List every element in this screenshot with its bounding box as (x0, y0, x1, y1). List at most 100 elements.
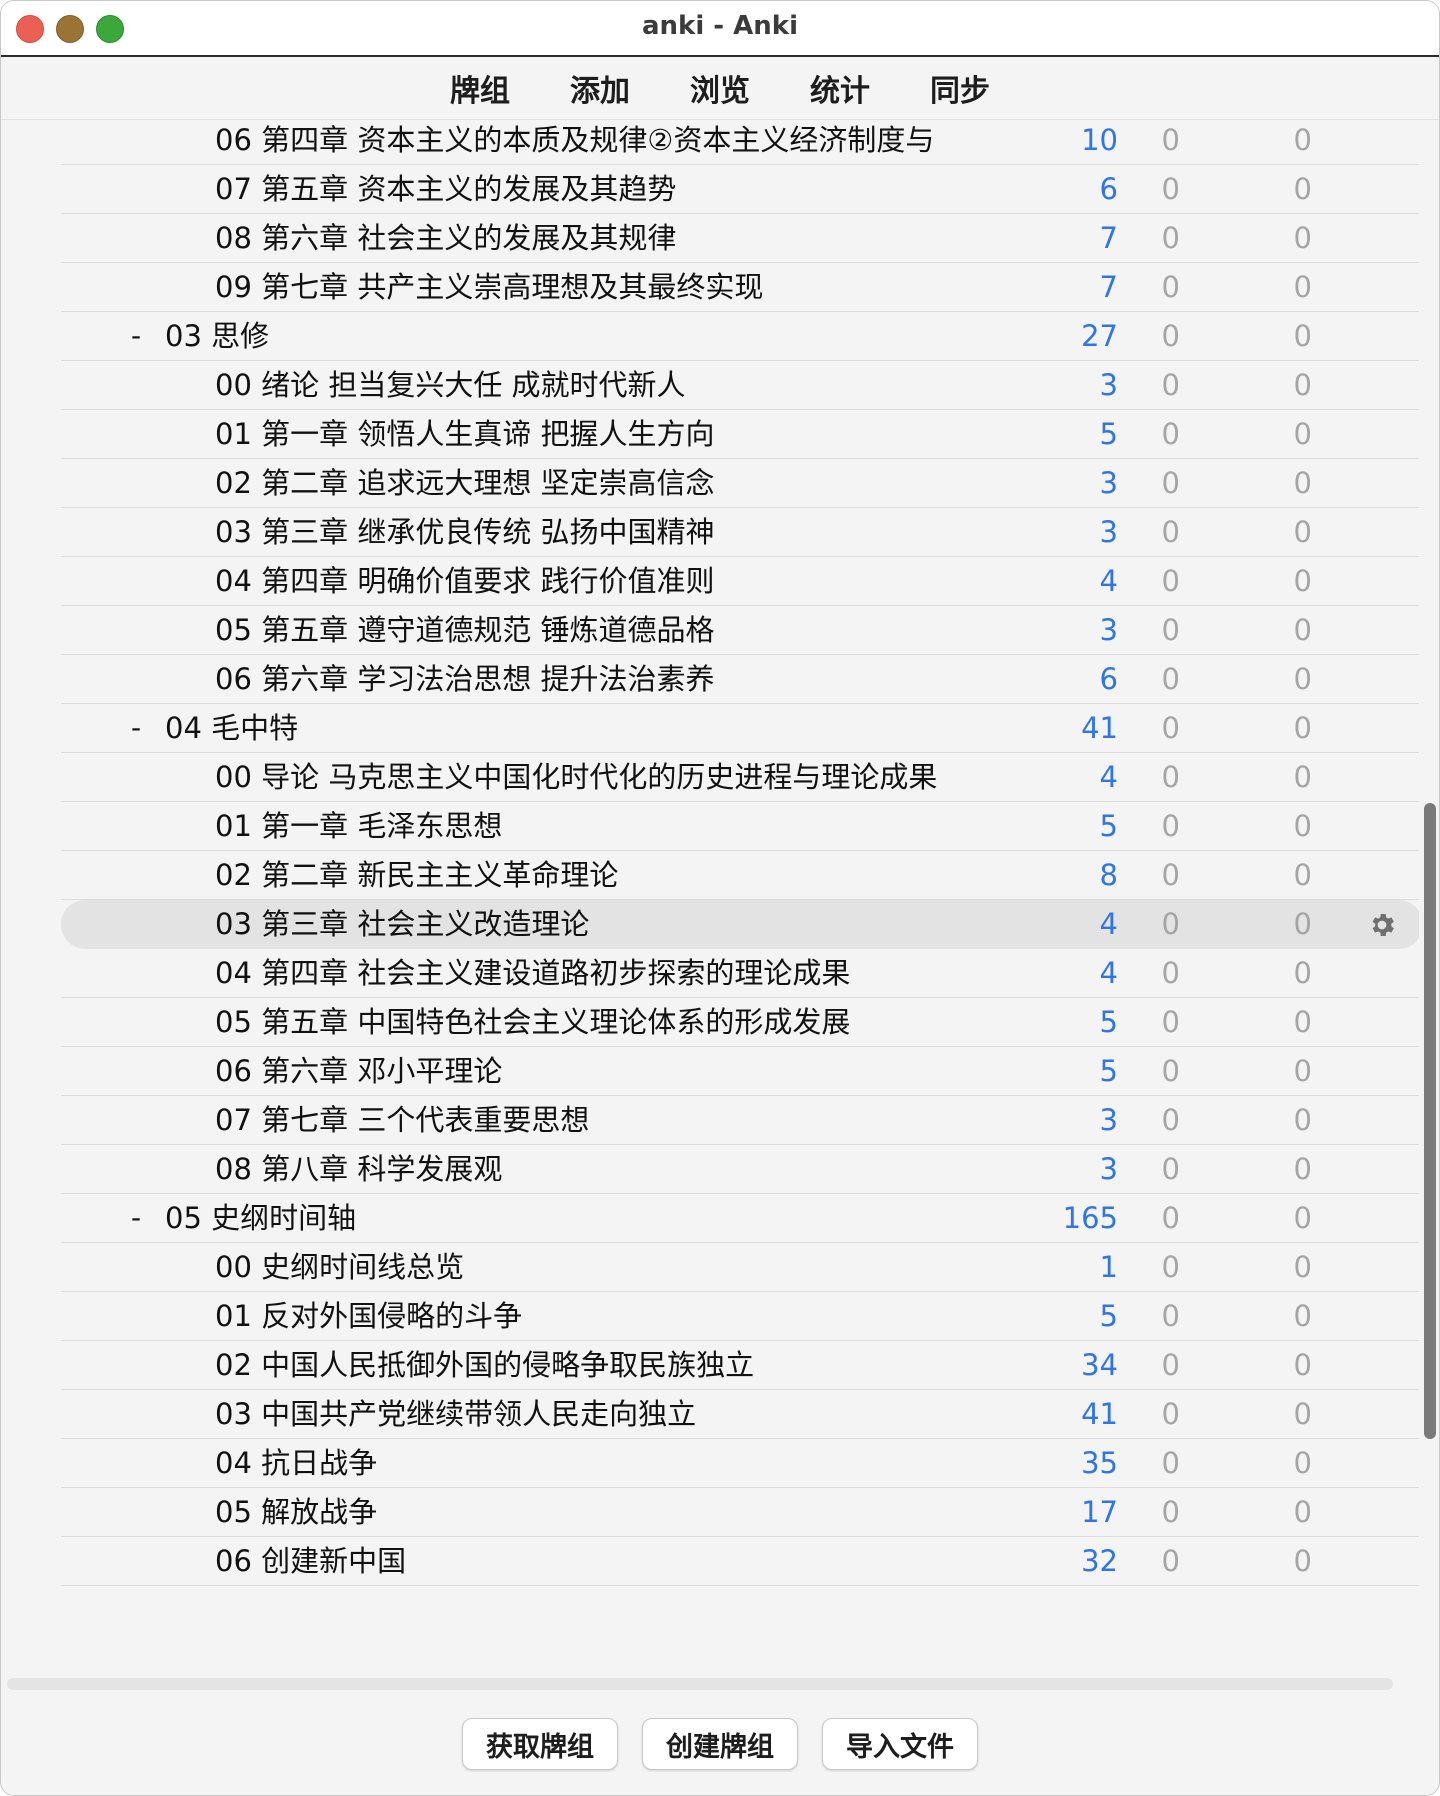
due-count: 7 (1099, 270, 1118, 304)
review-count: 0 (1293, 809, 1312, 843)
deck-name-link[interactable]: 01 反对外国侵略的斗争 (215, 1292, 522, 1340)
deck-row[interactable]: 01 反对外国侵略的斗争 5 0 0 (61, 1292, 1419, 1341)
import-file-button[interactable]: 导入文件 (822, 1718, 978, 1770)
due-count: 35 (1081, 1446, 1118, 1480)
deck-row[interactable]: 00 导论 马克思主义中国化时代化的历史进程与理论成果 4 0 0 (61, 753, 1419, 802)
learn-count: 0 (1161, 1446, 1180, 1480)
deck-name-link[interactable]: 03 第三章 继承优良传统 弘扬中国精神 (215, 508, 715, 556)
deck-row[interactable]: 03 第三章 社会主义改造理论 4 0 0 (61, 900, 1419, 949)
deck-name-link[interactable]: 05 史纲时间轴 (165, 1194, 356, 1242)
due-count: 4 (1099, 564, 1118, 598)
deck-row[interactable]: 06 第六章 学习法治思想 提升法治素养 6 0 0 (61, 655, 1419, 704)
collapse-toggle[interactable]: - (131, 1194, 141, 1242)
deck-name-link[interactable]: 05 解放战争 (215, 1488, 377, 1536)
deck-row[interactable]: 07 第五章 资本主义的发展及其趋势 6 0 0 (61, 165, 1419, 214)
deck-name-link[interactable]: 06 创建新中国 (215, 1537, 406, 1585)
learn-count: 0 (1161, 466, 1180, 500)
due-count: 4 (1099, 760, 1118, 794)
deck-name-link[interactable]: 04 第四章 社会主义建设道路初步探索的理论成果 (215, 949, 850, 997)
deck-row[interactable]: 00 绪论 担当复兴大任 成就时代新人 3 0 0 (61, 361, 1419, 410)
learn-count: 0 (1161, 1544, 1180, 1578)
horizontal-scrollbar[interactable] (7, 1678, 1393, 1690)
vertical-scrollbar[interactable] (1424, 803, 1436, 1439)
learn-count: 0 (1161, 956, 1180, 990)
deck-name-link[interactable]: 07 第五章 资本主义的发展及其趋势 (215, 165, 676, 213)
review-count: 0 (1293, 1348, 1312, 1382)
deck-row[interactable]: 05 第五章 遵守道德规范 锤炼道德品格 3 0 0 (61, 606, 1419, 655)
deck-row[interactable]: 09 第七章 共产主义崇高理想及其最终实现 7 0 0 (61, 263, 1419, 312)
deck-row[interactable]: 03 中国共产党继续带领人民走向独立 41 0 0 (61, 1390, 1419, 1439)
deck-name-link[interactable]: 06 第六章 邓小平理论 (215, 1047, 502, 1095)
deck-name-link[interactable]: 02 第二章 新民主主义革命理论 (215, 851, 618, 899)
create-deck-button[interactable]: 创建牌组 (642, 1718, 798, 1770)
deck-row[interactable]: 01 第一章 毛泽东思想 5 0 0 (61, 802, 1419, 851)
deck-row[interactable]: 08 第八章 科学发展观 3 0 0 (61, 1145, 1419, 1194)
deck-row[interactable]: -03 思修 27 0 0 (61, 312, 1419, 361)
review-count: 0 (1293, 1397, 1312, 1431)
deck-row[interactable]: 06 第六章 邓小平理论 5 0 0 (61, 1047, 1419, 1096)
deck-row[interactable]: 01 第一章 领悟人生真谛 把握人生方向 5 0 0 (61, 410, 1419, 459)
deck-name-link[interactable]: 04 抗日战争 (215, 1439, 377, 1487)
learn-count: 0 (1161, 1397, 1180, 1431)
deck-name-link[interactable]: 08 第八章 科学发展观 (215, 1145, 502, 1193)
toolbar-browse-button[interactable]: 浏览 (688, 66, 752, 110)
review-count: 0 (1293, 515, 1312, 549)
learn-count: 0 (1161, 515, 1180, 549)
collapse-toggle[interactable]: - (131, 704, 141, 752)
deck-name-link[interactable]: 08 第六章 社会主义的发展及其规律 (215, 214, 676, 262)
deck-name-link[interactable]: 05 第五章 中国特色社会主义理论体系的形成发展 (215, 998, 850, 1046)
deck-name-link[interactable]: 03 第三章 社会主义改造理论 (215, 900, 589, 948)
deck-row[interactable]: 05 第五章 中国特色社会主义理论体系的形成发展 5 0 0 (61, 998, 1419, 1047)
learn-count: 0 (1161, 809, 1180, 843)
toolbar-sync-button[interactable]: 同步 (928, 66, 992, 110)
toolbar-add-button[interactable]: 添加 (568, 66, 632, 110)
review-count: 0 (1293, 172, 1312, 206)
due-count: 3 (1099, 1152, 1118, 1186)
due-count: 1 (1099, 1250, 1118, 1284)
deck-row[interactable]: 07 第七章 三个代表重要思想 3 0 0 (61, 1096, 1419, 1145)
deck-name-link[interactable]: 05 第五章 遵守道德规范 锤炼道德品格 (215, 606, 715, 654)
deck-row[interactable]: 05 解放战争 17 0 0 (61, 1488, 1419, 1537)
due-count: 27 (1081, 319, 1118, 353)
review-count: 0 (1293, 1103, 1312, 1137)
deck-name-link[interactable]: 06 第四章 资本主义的本质及规律②资本主义经济制度与 (215, 120, 934, 164)
learn-count: 0 (1161, 760, 1180, 794)
deck-name-link[interactable]: 00 导论 马克思主义中国化时代化的历史进程与理论成果 (215, 753, 937, 801)
deck-row[interactable]: 06 第四章 资本主义的本质及规律②资本主义经济制度与 10 0 0 (61, 120, 1419, 165)
deck-row[interactable]: 08 第六章 社会主义的发展及其规律 7 0 0 (61, 214, 1419, 263)
deck-row[interactable]: 02 第二章 追求远大理想 坚定崇高信念 3 0 0 (61, 459, 1419, 508)
deck-row[interactable]: 04 抗日战争 35 0 0 (61, 1439, 1419, 1488)
deck-row[interactable]: 00 史纲时间线总览 1 0 0 (61, 1243, 1419, 1292)
deck-name-link[interactable]: 09 第七章 共产主义崇高理想及其最终实现 (215, 263, 763, 311)
deck-row[interactable]: 02 中国人民抵御外国的侵略争取民族独立 34 0 0 (61, 1341, 1419, 1390)
deck-name-link[interactable]: 04 毛中特 (165, 704, 298, 752)
gear-icon[interactable] (1367, 910, 1397, 940)
due-count: 4 (1099, 956, 1118, 990)
due-count: 7 (1099, 221, 1118, 255)
deck-row[interactable]: 04 第四章 社会主义建设道路初步探索的理论成果 4 0 0 (61, 949, 1419, 998)
learn-count: 0 (1161, 1299, 1180, 1333)
deck-name-link[interactable]: 04 第四章 明确价值要求 践行价值准则 (215, 557, 715, 605)
deck-name-link[interactable]: 00 绪论 担当复兴大任 成就时代新人 (215, 361, 686, 409)
deck-name-link[interactable]: 01 第一章 毛泽东思想 (215, 802, 502, 850)
collapse-toggle[interactable]: - (131, 312, 141, 360)
deck-row[interactable]: 03 第三章 继承优良传统 弘扬中国精神 3 0 0 (61, 508, 1419, 557)
deck-name-link[interactable]: 02 第二章 追求远大理想 坚定崇高信念 (215, 459, 715, 507)
deck-row[interactable]: 06 创建新中国 32 0 0 (61, 1537, 1419, 1586)
toolbar-stats-button[interactable]: 统计 (808, 66, 872, 110)
deck-row[interactable]: -05 史纲时间轴 165 0 0 (61, 1194, 1419, 1243)
get-shared-decks-button[interactable]: 获取牌组 (462, 1718, 618, 1770)
deck-name-link[interactable]: 00 史纲时间线总览 (215, 1243, 464, 1291)
deck-name-link[interactable]: 03 中国共产党继续带领人民走向独立 (215, 1390, 696, 1438)
deck-name-link[interactable]: 06 第六章 学习法治思想 提升法治素养 (215, 655, 715, 703)
deck-row[interactable]: 02 第二章 新民主主义革命理论 8 0 0 (61, 851, 1419, 900)
deck-row[interactable]: -04 毛中特 41 0 0 (61, 704, 1419, 753)
due-count: 41 (1081, 1397, 1118, 1431)
deck-name-link[interactable]: 07 第七章 三个代表重要思想 (215, 1096, 589, 1144)
learn-count: 0 (1161, 1103, 1180, 1137)
deck-name-link[interactable]: 01 第一章 领悟人生真谛 把握人生方向 (215, 410, 715, 458)
deck-name-link[interactable]: 03 思修 (165, 312, 269, 360)
deck-name-link[interactable]: 02 中国人民抵御外国的侵略争取民族独立 (215, 1341, 754, 1389)
deck-row[interactable]: 04 第四章 明确价值要求 践行价值准则 4 0 0 (61, 557, 1419, 606)
toolbar-decks-button[interactable]: 牌组 (448, 66, 512, 110)
